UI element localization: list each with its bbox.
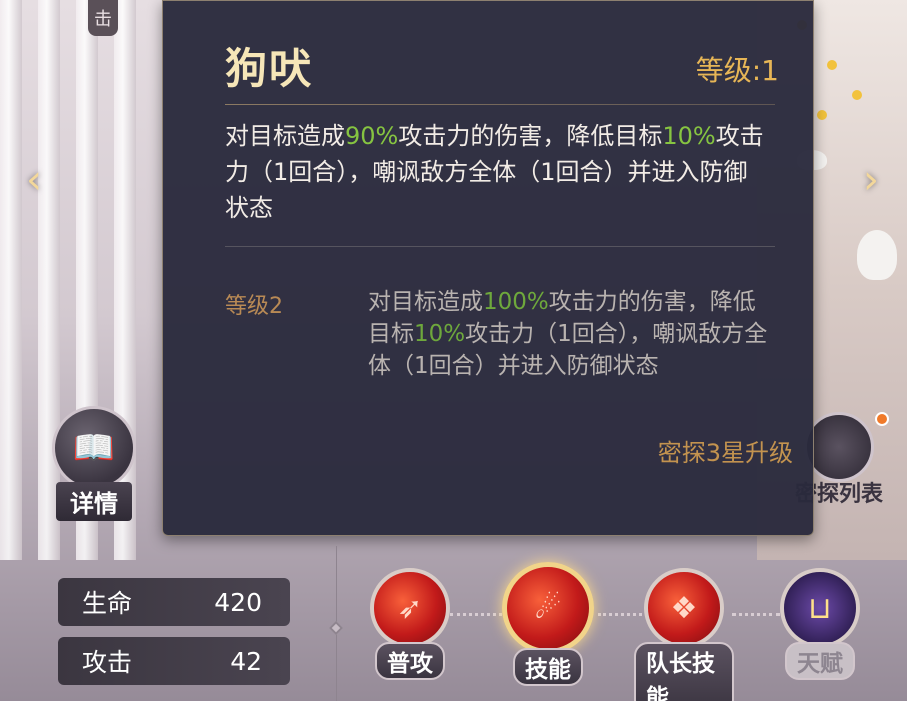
next-level-description: 对目标造成100%攻击力的伤害，降低目标10%攻击力（1回合），嘲讽敌方全体（1… (368, 286, 778, 382)
tab-label: 技能 (513, 648, 583, 686)
upgrade-hint: 密探3星升级 (657, 439, 793, 467)
highlight-value: 10% (662, 122, 716, 150)
skill-description: 对目标造成90%攻击力的伤害，降低目标10%攻击力（1回合），嘲讽敌方全体（1回… (225, 118, 765, 226)
skill-tooltip-panel: 狗吠 等级:1 对目标造成90%攻击力的伤害，降低目标10%攻击力（1回合），嘲… (162, 0, 814, 536)
notification-dot (875, 412, 889, 426)
description-text: 攻击力的伤害，降低目标 (398, 122, 663, 150)
list-icon (803, 412, 874, 482)
skill-name: 狗吠 (225, 44, 314, 93)
hp-value: 420 (214, 587, 262, 617)
diamond-ornament (328, 620, 344, 636)
chevron-right-icon[interactable]: › (849, 158, 893, 202)
description-text: 对目标造成 (225, 122, 345, 150)
leader-skill-icon: ❖ (644, 568, 724, 648)
talent-icon: ⊔ (780, 568, 860, 648)
tab-leader-skill[interactable]: ❖ 队长技能 (634, 568, 734, 701)
attack-stat: 攻击 42 (58, 637, 290, 685)
chevron-left-icon[interactable]: ‹ (12, 158, 56, 202)
skill-icon: ☄ (502, 562, 594, 654)
tab-label: 天赋 (785, 642, 855, 680)
attack-label: 攻击 (82, 648, 133, 677)
details-button[interactable]: 📖 详情 (52, 406, 136, 521)
attack-value: 42 (230, 646, 262, 676)
normal-attack-icon: ➶ (370, 568, 450, 648)
tab-normal-attack[interactable]: ➶ 普攻 (360, 568, 460, 680)
tab-label: 队长技能 (634, 642, 734, 701)
skill-level: 等级:1 (695, 54, 779, 87)
divider (225, 104, 775, 105)
hp-stat: 生命 420 (58, 578, 290, 626)
next-level-label: 等级2 (225, 294, 283, 319)
hp-label: 生命 (82, 589, 133, 618)
divider (225, 246, 775, 247)
tab-talent[interactable]: ⊔ 天赋 (770, 568, 870, 680)
details-label: 详情 (56, 482, 132, 521)
skill-tabs: ➶ 普攻 ☄ 技能 ❖ 队长技能 ⊔ 天赋 (360, 562, 880, 701)
highlight-value: 10% (414, 321, 466, 347)
top-tab[interactable]: 击 (88, 0, 118, 36)
description-text: 对目标造成 (368, 289, 483, 315)
highlight-value: 100% (483, 289, 549, 315)
highlight-value: 90% (345, 122, 399, 150)
tab-label: 普攻 (375, 642, 445, 680)
tab-skill[interactable]: ☄ 技能 (498, 562, 598, 686)
book-icon: 📖 (52, 406, 136, 490)
